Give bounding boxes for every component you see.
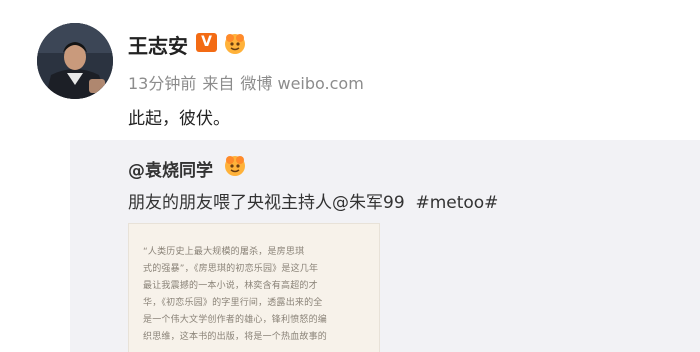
image-text-line: 华，《初恋乐园》的字里行间，透露出来的全 xyxy=(143,298,323,308)
original-author-link[interactable]: @袁烧同学 xyxy=(128,156,213,181)
verified-badge-icon: V xyxy=(196,33,217,52)
reposted-content: @袁烧同学 朋友的朋友喂了央视主持人@朱军99 #metoo# “人类历史上最大… xyxy=(70,140,700,352)
image-text-line: 织思维，这本书的出版，将是一个热血故事的 xyxy=(143,332,328,342)
post-text: 此起，彼伏。 xyxy=(128,109,230,129)
avatar[interactable] xyxy=(37,23,113,99)
mention-link[interactable]: @朱军99 xyxy=(332,193,405,213)
weibo-post: 王志安 V 13分钟前 来自 微博 weibo.com 此起，彼伏。 xyxy=(0,0,700,140)
image-text-line: 是一个伟大文学创作者的雄心，锋利愤怒的编 xyxy=(143,315,328,325)
vip-member-icon[interactable] xyxy=(222,152,248,178)
hashtag-link[interactable]: #metoo# xyxy=(415,193,498,213)
post-meta: 13分钟前 来自 微博 weibo.com xyxy=(128,70,370,94)
vip-member-icon[interactable] xyxy=(222,30,248,56)
original-text-prefix: 朋友的朋友喂了央视主持人 xyxy=(128,193,332,213)
image-text-block: “人类历史上最大规模的屠杀，是房思琪 式的强暴”，《房思琪的初恋乐园》是这几年 … xyxy=(143,244,368,346)
image-text-line: 最让我震撼的一本小说，林奕含有高超的才 xyxy=(143,281,318,291)
image-text-line: “人类历史上最大规模的屠杀，是房思琪 xyxy=(143,247,305,257)
source-link[interactable]: 微博 weibo.com xyxy=(240,74,363,93)
post-image[interactable]: “人类历史上最大规模的屠杀，是房思琪 式的强暴”，《房思琪的初恋乐园》是这几年 … xyxy=(128,223,380,352)
author-name[interactable]: 王志安 xyxy=(128,30,188,59)
source-prefix: 来自 xyxy=(202,74,235,93)
original-post-text: 朋友的朋友喂了央视主持人@朱军99 #metoo# xyxy=(128,188,498,213)
post-time[interactable]: 13分钟前 xyxy=(128,74,196,93)
image-text-line: 式的强暴”，《房思琪的初恋乐园》是这几年 xyxy=(143,264,319,274)
